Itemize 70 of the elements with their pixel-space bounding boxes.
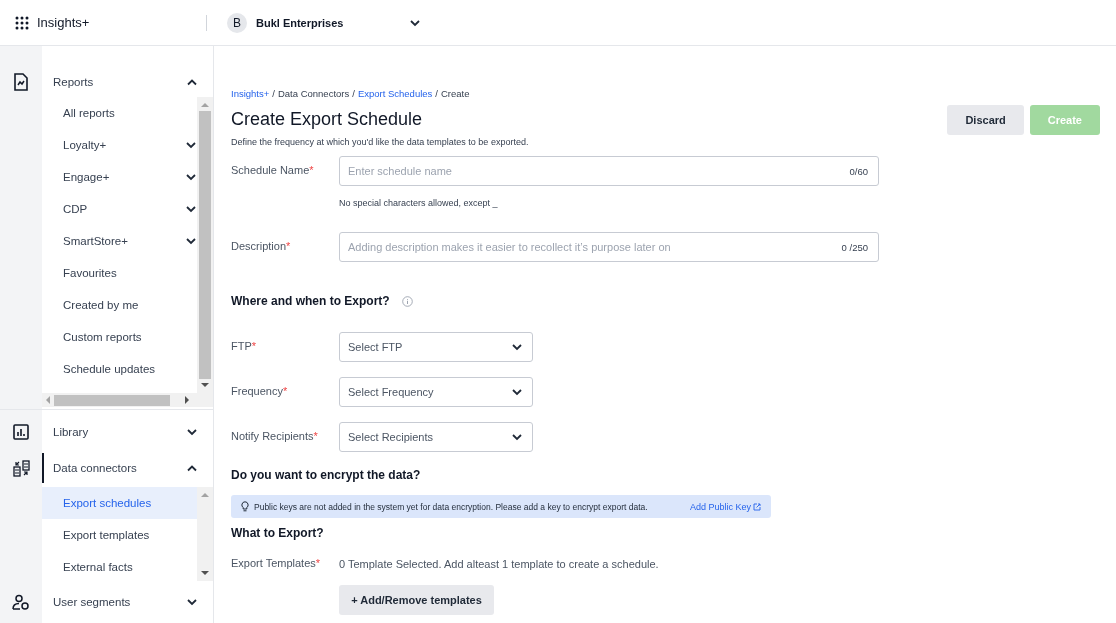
breadcrumb-separator: /	[352, 88, 355, 99]
chevron-down-icon	[511, 433, 523, 441]
breadcrumb-item: Data Connectors	[277, 88, 350, 99]
external-link-icon	[753, 502, 761, 511]
page-title: Create Export Schedule	[231, 109, 424, 130]
chevron-down-icon	[511, 343, 523, 351]
section-heading: Where and when to Export?	[231, 294, 390, 308]
input-field[interactable]: Adding description makes it easier to recollect it’s purpose later on 0 /250	[339, 232, 879, 262]
sidebar-item[interactable]: CDP	[42, 193, 197, 226]
app-name: Insights+	[37, 15, 90, 30]
sidebar-section[interactable]: User segments	[42, 587, 213, 618]
dropdown-field[interactable]: Select Recipients	[339, 422, 533, 452]
breadcrumb-link[interactable]: Insights+	[231, 88, 270, 99]
sidebar-item[interactable]: Export schedules	[42, 487, 197, 520]
breadcrumb-separator: /	[272, 88, 275, 99]
dropdown-field[interactable]: Select FTP	[339, 332, 533, 362]
chevron-up-icon	[186, 464, 198, 473]
chevron-down-icon	[186, 598, 198, 607]
sidebar-item[interactable]: Loyalty+	[42, 129, 197, 162]
page-subtitle: Define the frequency at which you'd like the data templates to be exported.	[231, 137, 529, 147]
breadcrumb-item: Create	[441, 88, 470, 99]
lightbulb-icon	[241, 501, 249, 512]
sidebar-item[interactable]: All reports	[42, 97, 197, 130]
sidebar-section[interactable]: Data connectors	[42, 453, 213, 484]
vertical-scrollbar[interactable]	[197, 97, 213, 393]
add-public-key-link[interactable]: Add Public Key	[689, 501, 761, 512]
section-heading: What to Export?	[231, 526, 324, 540]
field-label: Schedule Name*	[231, 163, 315, 176]
sidebar-item[interactable]: SmartStore+	[42, 225, 197, 258]
user-settings-icon[interactable]	[12, 594, 30, 611]
breadcrumb-link[interactable]: Export Schedules	[357, 88, 433, 99]
sidebar-item[interactable]: Schedule updates	[42, 353, 197, 386]
sidebar-item[interactable]: Created by me	[42, 289, 197, 322]
sidebar-section[interactable]: Reports	[42, 67, 213, 98]
report-icon[interactable]	[13, 73, 29, 92]
field-label: Export Templates*	[231, 557, 322, 569]
sidebar-item[interactable]: Export templates	[42, 519, 197, 552]
chevron-down-icon	[185, 205, 197, 214]
sidebar-item[interactable]: Favourites	[42, 257, 197, 290]
breadcrumb-separator: /	[435, 88, 438, 99]
sidebar-item[interactable]: External facts	[42, 551, 197, 582]
field-label: Description*	[231, 239, 292, 252]
sidebar-item[interactable]: Custom reports	[42, 321, 197, 354]
field-hint: No special characters allowed, except _	[339, 198, 499, 208]
section-heading: Do you want to encrypt the data?	[231, 468, 421, 482]
app-grid-icon[interactable]	[15, 15, 29, 30]
chevron-down-icon	[186, 428, 198, 437]
sidebar-item[interactable]: Engage+	[42, 161, 197, 194]
chevron-down-icon	[185, 237, 197, 246]
org-avatar: B	[227, 12, 247, 33]
dropdown-field[interactable]: Select Frequency	[339, 377, 533, 407]
chevron-down-icon	[511, 388, 523, 396]
chevron-down-icon	[185, 173, 197, 182]
templates-status: 0 Template Selected. Add alteast 1 template to create a schedule.	[339, 557, 659, 570]
add-remove-templates-button[interactable]: + Add/Remove templates	[339, 585, 494, 615]
chevron-down-icon	[185, 141, 197, 150]
banner-message: Public keys are not added in the system yet for data encryption. Please add a key to encrypt export data.	[254, 501, 649, 512]
field-label: Notify Recipients*	[231, 429, 319, 442]
org-name[interactable]: Bukl Enterprises	[256, 16, 400, 29]
field-label: FTP*	[231, 339, 258, 352]
chevron-up-icon	[186, 78, 198, 87]
vertical-scrollbar[interactable]	[197, 487, 213, 582]
horizontal-scrollbar[interactable]	[42, 392, 213, 408]
chevron-down-icon	[409, 18, 421, 27]
sidebar-section[interactable]: Library	[42, 417, 213, 448]
bar-chart-icon[interactable]	[13, 424, 29, 441]
input-field[interactable]: Enter schedule name 0/60	[339, 156, 879, 186]
discard-button[interactable]: Discard	[947, 105, 1024, 135]
field-label: Frequency*	[231, 384, 289, 397]
connector-icon[interactable]	[12, 459, 30, 477]
